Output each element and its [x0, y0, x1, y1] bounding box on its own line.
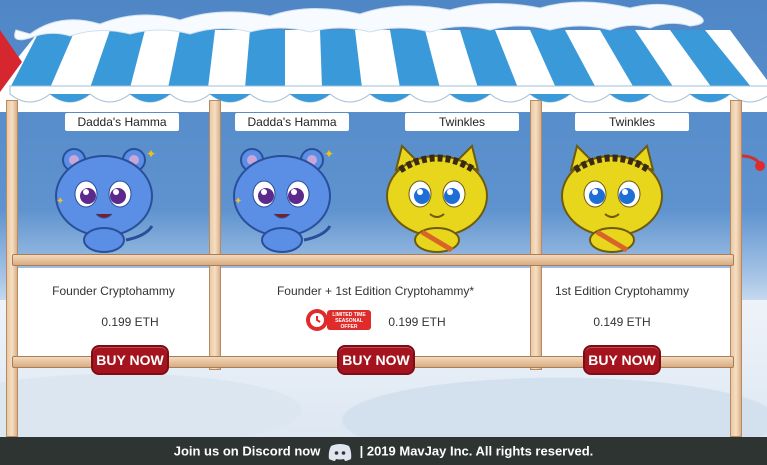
nameplate-1: Dadda's Hamma: [65, 113, 179, 131]
product-price-1: 0.199 ETH: [101, 315, 159, 329]
yellow-hammy-1: [386, 144, 488, 253]
buy-now-button-2[interactable]: BUY NOW: [337, 345, 415, 375]
svg-text:✦: ✦: [146, 147, 156, 161]
post-2: [530, 100, 542, 370]
nameplate-4: Twinkles: [575, 113, 689, 131]
svg-text:✦: ✦: [324, 147, 334, 161]
hanging-decoration: [742, 154, 765, 171]
product-title-1: Founder Cryptohammy: [52, 284, 175, 298]
post-1: [209, 100, 221, 370]
badge-line-3: OFFER: [341, 324, 358, 330]
footer-bar: Join us on Discord now | 2019 MavJay Inc…: [0, 437, 767, 465]
product-price-3: 0.149 ETH: [593, 315, 651, 329]
svg-text:✦: ✦: [56, 196, 64, 207]
yellow-hammy-2: [561, 144, 663, 253]
market-stall: Dadda's Hamma Dadda's Hamma Twinkles Twi…: [0, 0, 767, 437]
blue-hammy-1: ✦✦: [55, 147, 156, 253]
buy-now-button-3[interactable]: BUY NOW: [583, 345, 661, 375]
nameplate-2: Dadda's Hamma: [235, 113, 349, 131]
striped-awning: [0, 1, 767, 112]
discord-icon[interactable]: [328, 443, 352, 461]
timer-icon: [306, 309, 328, 331]
blue-hammy-2: ✦✦: [233, 147, 334, 253]
discord-join-link[interactable]: Join us on Discord now: [174, 444, 321, 459]
upper-shelf: [12, 254, 734, 266]
product-title-2: Founder + 1st Edition Cryptohammy*: [276, 284, 475, 298]
svg-text:✦: ✦: [234, 196, 242, 207]
copyright-text: | 2019 MavJay Inc. All rights reserved.: [359, 443, 594, 459]
post-left: [6, 100, 18, 437]
post-right: [730, 100, 742, 437]
product-price-2: 0.199 ETH: [388, 315, 446, 329]
product-title-3: 1st Edition Cryptohammy: [554, 284, 690, 298]
seasonal-offer-badge: LIMITED TIME SEASONAL OFFER: [306, 309, 371, 331]
nameplate-3: Twinkles: [405, 113, 519, 131]
buy-now-button-1[interactable]: BUY NOW: [91, 345, 169, 375]
